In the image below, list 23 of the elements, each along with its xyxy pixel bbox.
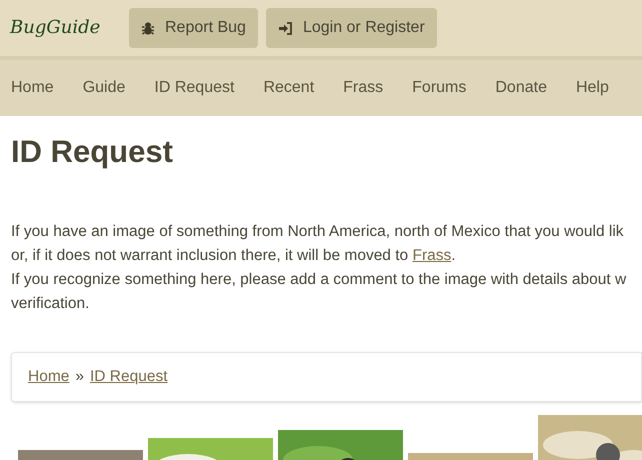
logo[interactable]: BugGuide bbox=[10, 15, 121, 41]
nav-link[interactable]: ID Request bbox=[154, 76, 234, 100]
nav-link[interactable]: Donate bbox=[495, 76, 547, 100]
nav-link[interactable]: Recent bbox=[263, 76, 314, 100]
login-icon bbox=[278, 22, 293, 34]
nav-link[interactable]: Home bbox=[11, 76, 54, 100]
intro-text: verification. bbox=[11, 294, 90, 314]
page-title: ID Request bbox=[11, 133, 174, 171]
nav-link[interactable]: Forums bbox=[412, 76, 466, 100]
intro-text: If you have an image of something from North America, north of Mexico that you would lik bbox=[11, 222, 624, 242]
breadcrumb-link[interactable]: ID Request bbox=[90, 365, 168, 389]
login-button[interactable]: Login or Register bbox=[266, 8, 437, 48]
nav-link[interactable]: Guide bbox=[82, 76, 126, 100]
intro-text: or, if it does not warrant inclusion there, it will be moved to bbox=[11, 246, 410, 266]
breadcrumb-link[interactable]: Home bbox=[28, 365, 70, 389]
nav-link[interactable]: Frass bbox=[343, 76, 384, 100]
nav-link[interactable]: Help bbox=[576, 76, 609, 100]
intro-text: If you recognize something here, please add a comment to the image with details about w bbox=[11, 270, 626, 290]
intro-text: . bbox=[451, 246, 456, 266]
bug-icon bbox=[141, 20, 155, 36]
breadcrumb-separator: » bbox=[75, 367, 84, 388]
report-bug-button[interactable]: Report Bug bbox=[129, 8, 258, 48]
frass-link[interactable]: Frass bbox=[412, 244, 452, 268]
